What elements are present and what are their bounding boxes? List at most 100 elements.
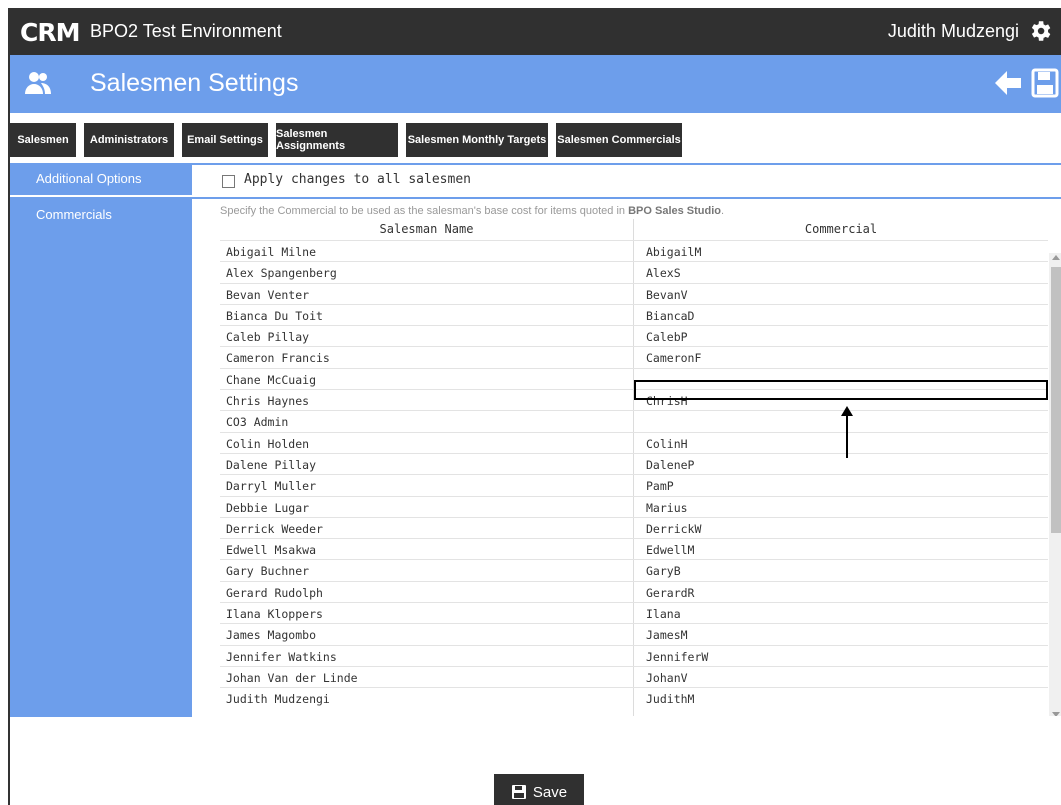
table-row[interactable]: Ilana Kloppers Ilana (220, 602, 1048, 623)
salesman-name-cell: Alex Spangenberg (226, 266, 337, 281)
commercial-cell[interactable]: DaleneP (646, 458, 694, 472)
commercial-cell[interactable]: AbigailM (646, 245, 701, 259)
commercial-cell[interactable]: GaryB (646, 564, 681, 578)
table-row[interactable]: Derrick Weeder DerrickW (220, 516, 1048, 538)
description-text: Specify the Commercial to be used as the… (220, 205, 629, 217)
salesman-name-cell: James Magombo (226, 628, 317, 643)
tab-salesmen-assignments[interactable]: Salesmen Assignments (276, 123, 398, 157)
scroll-up-icon[interactable] (1052, 255, 1060, 260)
commercial-cell[interactable]: BevanV (646, 288, 688, 302)
table-row[interactable]: Abigail Milne AbigailM (220, 240, 1048, 261)
commercial-cell[interactable]: GerardR (646, 586, 694, 600)
apply-all-label[interactable]: Apply changes to all salesmen (244, 172, 471, 187)
commercial-cell[interactable]: BiancaD (646, 309, 694, 323)
apply-changes-row: Apply changes to all salesmen (192, 163, 1061, 199)
save-button[interactable]: Save (494, 774, 584, 805)
selected-commercial-cell[interactable] (634, 380, 1048, 400)
tab-salesmen-monthly-targets[interactable]: Salesmen Monthly Targets (406, 123, 548, 157)
commercial-description: Specify the Commercial to be used as the… (220, 205, 724, 217)
table-row[interactable]: Gary Buchner GaryB (220, 559, 1048, 580)
table-row[interactable]: Dalene Pillay DaleneP (220, 452, 1048, 474)
gear-icon[interactable] (1027, 18, 1053, 44)
salesman-name-cell: Ilana Kloppers (226, 607, 323, 622)
tab-salesmen[interactable]: Salesmen (10, 123, 76, 157)
table-row[interactable]: Edwell Msakwa EdwellM (220, 538, 1048, 559)
table-row[interactable]: Caleb Pillay CalebP (220, 325, 1048, 346)
tab-email-settings[interactable]: Email Settings (182, 123, 268, 157)
table-row[interactable]: Bevan Venter BevanV (220, 282, 1048, 304)
salesman-name-cell: Cameron Francis (226, 351, 330, 366)
commercial-cell[interactable]: JenniferW (646, 650, 708, 664)
salesman-name-cell: Chane McCuaig (226, 372, 317, 387)
page-title: Salesmen Settings (90, 69, 299, 97)
salesman-name-cell: Johan Van der Linde (226, 670, 358, 685)
tab-salesmen-commercials[interactable]: Salesmen Commercials (556, 123, 682, 157)
commercial-cell[interactable]: JohanV (646, 671, 688, 685)
salesman-name-cell: Derrick Weeder (226, 521, 323, 536)
commercial-cell[interactable]: CalebP (646, 330, 688, 344)
scrollbar-thumb[interactable] (1051, 267, 1061, 533)
table-row[interactable]: Debbie Lugar Marius (220, 495, 1048, 517)
salesman-name-cell: Gerard Rudolph (226, 585, 323, 600)
user-name[interactable]: Judith Mudzengi (888, 21, 1019, 42)
commercial-cell[interactable]: CameronF (646, 351, 701, 365)
footer-area: Save (10, 718, 1061, 805)
commercials-table: Salesman Name Commercial Abigail Milne Ab… (220, 219, 1061, 716)
floppy-icon (511, 785, 526, 799)
column-header-salesman-name[interactable]: Salesman Name (220, 219, 633, 239)
page-header: Salesmen Settings (10, 55, 1061, 113)
tab-administrators[interactable]: Administrators (84, 123, 174, 157)
table-row[interactable]: Gerard Rudolph GerardR (220, 580, 1048, 602)
table-scrollbar[interactable] (1049, 253, 1061, 716)
salesman-name-cell: Abigail Milne (226, 245, 317, 259)
table-row[interactable]: Johan Van der Linde JohanV (220, 665, 1048, 687)
table-row[interactable]: Bianca Du Toit BiancaD (220, 303, 1048, 325)
salesman-name-cell: Colin Holden (226, 436, 310, 451)
commercial-cell[interactable]: AlexS (646, 266, 681, 280)
top-bar: CRM BPO2 Test Environment Judith Mudzeng… (10, 10, 1061, 55)
table-row[interactable]: Alex Spangenberg AlexS (220, 261, 1048, 282)
sidebar: Additional Options Commercials (10, 163, 192, 717)
table-row[interactable]: CO3 Admin (220, 410, 1048, 431)
salesman-name-cell: Jennifer Watkins (226, 649, 337, 664)
salesman-name-cell: CO3 Admin (226, 415, 289, 430)
table-row[interactable]: Judith Mudzengi JudithM (220, 687, 1048, 708)
save-button-label: Save (532, 783, 568, 801)
salesman-name-cell: Chris Haynes (226, 394, 310, 409)
salesman-name-cell: Edwell Msakwa (226, 543, 317, 558)
salesman-name-cell: Caleb Pillay (226, 330, 310, 345)
table-row[interactable]: Colin Holden ColinH (220, 431, 1048, 453)
sidebar-item-additional-options[interactable]: Additional Options (10, 163, 192, 195)
table-row[interactable]: Darryl Muller PamP (220, 474, 1048, 495)
commercial-cell[interactable]: PamP (646, 479, 674, 493)
app-frame: CRM BPO2 Test Environment Judith Mudzeng… (8, 8, 1061, 805)
tab-bar: Salesmen Administrators Email Settings S… (10, 113, 1061, 165)
table-row[interactable]: Cameron Francis CameronF (220, 346, 1048, 367)
apply-all-checkbox[interactable] (222, 175, 235, 188)
salesman-name-cell: Gary Buchner (226, 564, 310, 579)
salesman-name-cell: Darryl Muller (226, 479, 317, 494)
floppy-icon[interactable] (1031, 67, 1059, 99)
crm-logo: CRM (20, 18, 80, 47)
commercial-cell[interactable]: Ilana (646, 607, 681, 621)
people-icon (25, 72, 51, 94)
sidebar-divider (10, 195, 192, 197)
commercial-cell[interactable]: EdwellM (646, 543, 694, 557)
salesman-name-cell: Dalene Pillay (226, 457, 317, 472)
arrow-left-icon[interactable] (991, 67, 1023, 99)
salesman-name-cell: Debbie Lugar (226, 500, 310, 515)
table-body: Abigail Milne AbigailM Alex Spangenberg Ale… (220, 240, 1048, 709)
salesman-name-cell: Bevan Venter (226, 287, 310, 302)
commercial-cell[interactable]: Marius (646, 501, 688, 515)
table-row[interactable]: James Magombo JamesM (220, 623, 1048, 644)
column-header-commercial[interactable]: Commercial (634, 219, 1048, 239)
table-row[interactable]: Jennifer Watkins JenniferW (220, 644, 1048, 666)
commercial-cell[interactable]: ColinH (646, 437, 688, 451)
description-end: . (721, 205, 725, 217)
environment-title: BPO2 Test Environment (90, 21, 282, 41)
commercial-cell[interactable]: JamesM (646, 628, 688, 642)
commercial-cell[interactable]: DerrickW (646, 522, 701, 536)
scroll-down-icon[interactable] (1052, 712, 1060, 716)
commercial-cell[interactable]: JudithM (646, 692, 694, 706)
sidebar-item-commercials[interactable]: Commercials (10, 199, 192, 231)
